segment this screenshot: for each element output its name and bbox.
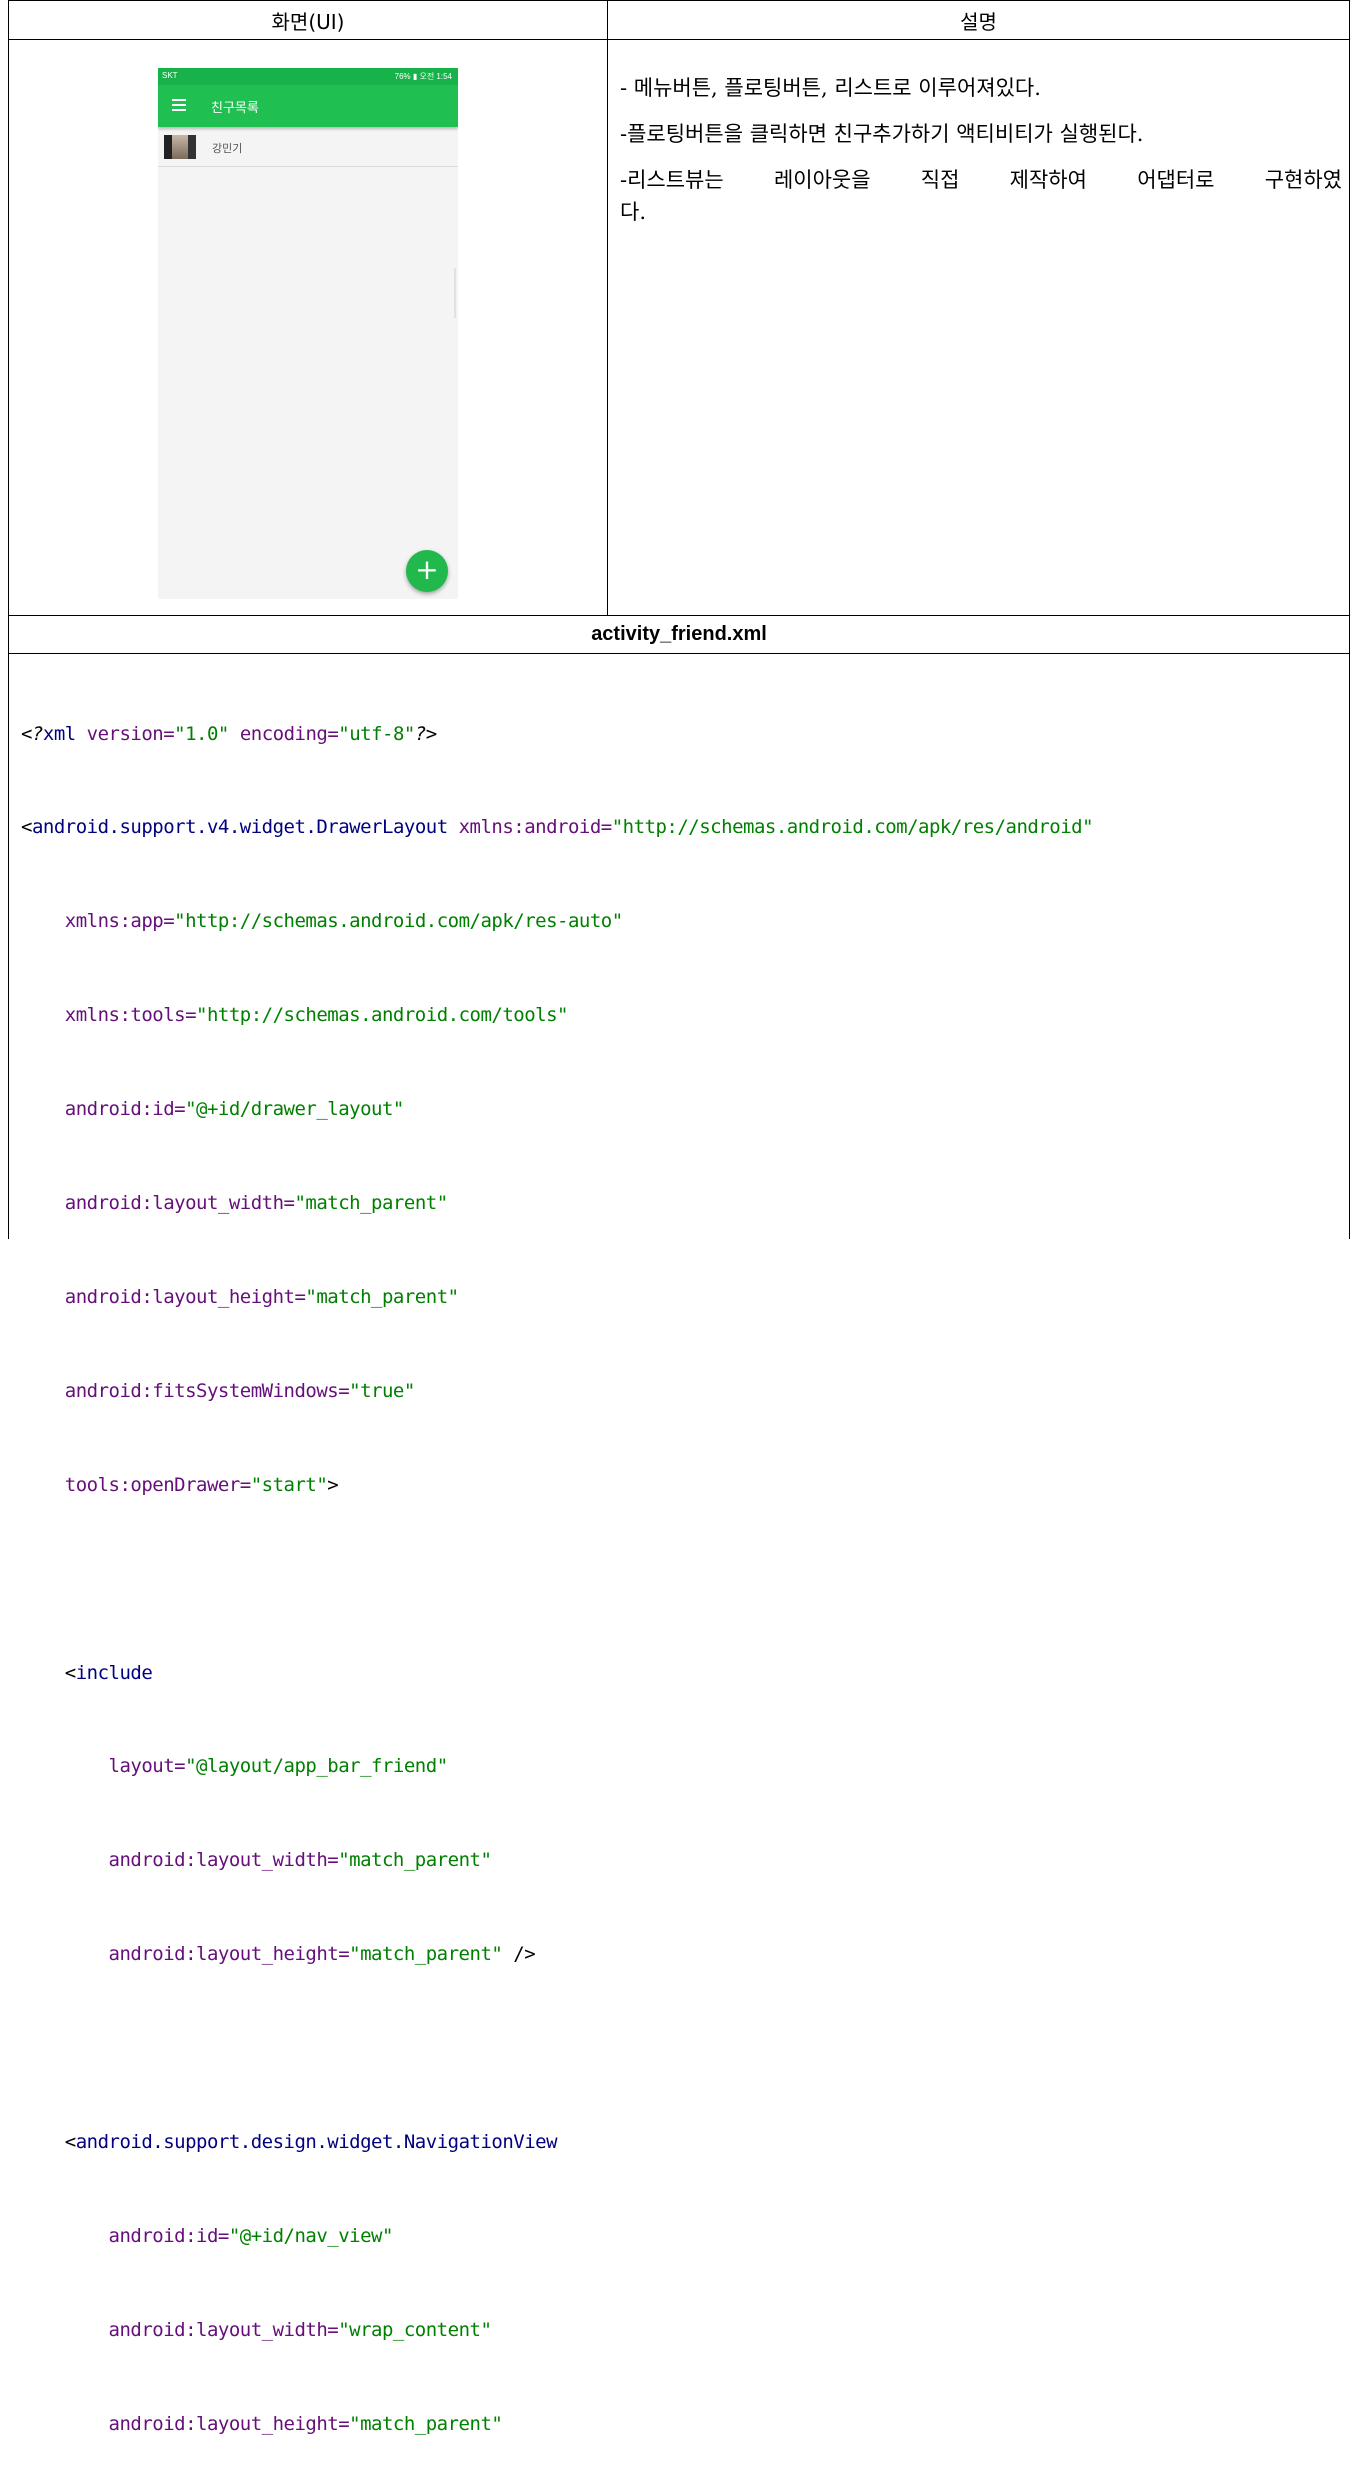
code-line: android:fitsSystemWindows="true" <box>21 1379 416 1402</box>
code-line: android:layout_width="match_parent" <box>21 1192 448 1215</box>
app-bar: 친구목록 <box>158 85 458 127</box>
description-line-3: -리스트뷰는 레이아웃을 직접 제작하여 어댑터로 구현하였 <box>620 168 1342 192</box>
app-title: 친구목록 <box>211 100 259 115</box>
phone-screenshot: SKT 76% ▮ 오전 1:54 친구목록 강민기 + <box>158 68 458 599</box>
avatar <box>164 135 196 159</box>
code-line: android:layout_width="wrap_content" <box>21 2318 492 2341</box>
menu-icon[interactable] <box>172 99 186 111</box>
code-line: android:layout_height="match_parent" /> <box>21 1943 536 1966</box>
code-line: layout="@layout/app_bar_friend" <box>21 1755 449 1778</box>
code-line: android:layout_height="match_parent" <box>21 2412 503 2435</box>
code-block: <?xml version="1.0" encoding="utf-8"?> <… <box>21 656 1341 2478</box>
file-title-divider <box>9 653 1349 654</box>
header-divider <box>9 39 1349 40</box>
code-line: android:layout_width="match_parent" <box>21 1849 492 1872</box>
add-friend-fab[interactable]: + <box>406 550 448 592</box>
code-line: xmlns:tools="http://schemas.android.com/… <box>21 1004 569 1027</box>
description-line-2: -플로팅버튼을 클릭하면 친구추가하기 액티비티가 실행된다. <box>620 122 1144 146</box>
code-line: android:id="@+id/drawer_layout" <box>21 1098 405 1121</box>
code-line: android:id="@+id/nav_view" <box>21 2224 394 2247</box>
header-ui: 화면(UI) <box>271 9 345 34</box>
plus-icon: + <box>415 553 439 586</box>
code-line: <?xml version="1.0" encoding="utf-8"?> <box>21 722 437 745</box>
code-line: android:layout_height="match_parent" <box>21 1285 459 1308</box>
column-divider <box>607 0 608 615</box>
code-line: <android.support.design.widget.Navigatio… <box>21 2130 558 2153</box>
scrollbar <box>454 268 456 318</box>
code-line: <android.support.v4.widget.DrawerLayout … <box>21 816 1094 839</box>
description-line-3-cont: 다. <box>620 200 646 224</box>
description-text: - 메뉴버튼, 플로팅버튼, 리스트로 이루어져있다. -플로팅버튼을 클릭하면… <box>620 72 1342 242</box>
code-line: tools:openDrawer="start"> <box>21 1473 339 1496</box>
status-carrier: SKT <box>162 71 178 80</box>
status-info: 76% ▮ 오전 1:54 <box>394 72 452 81</box>
friend-name: 강민기 <box>212 143 243 155</box>
list-item[interactable]: 강민기 <box>158 128 458 167</box>
header-description: 설명 <box>960 9 997 34</box>
file-title: activity_friend.xml <box>591 622 767 645</box>
document-table: 화면(UI) 설명 SKT 76% ▮ 오전 1:54 친구목록 강민기 + -… <box>8 0 1350 2435</box>
code-line: xmlns:app="http://schemas.android.com/ap… <box>21 910 623 933</box>
description-line-1: - 메뉴버튼, 플로팅버튼, 리스트로 이루어져있다. <box>620 76 1041 100</box>
code-line: <include <box>21 1661 153 1684</box>
status-bar: SKT 76% ▮ 오전 1:54 <box>158 68 458 85</box>
